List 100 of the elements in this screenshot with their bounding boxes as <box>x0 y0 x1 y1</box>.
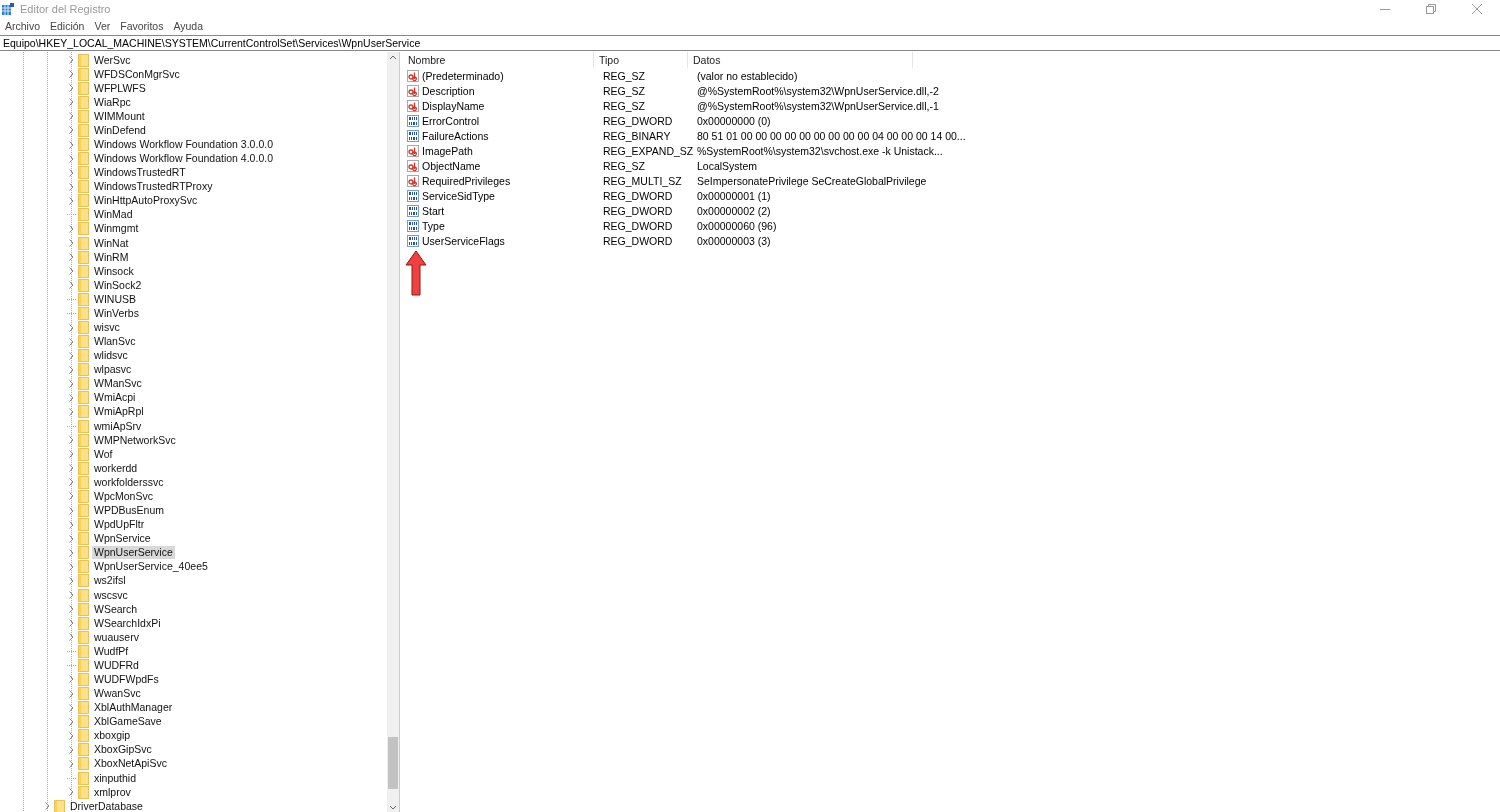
value-name[interactable]: (Predeterminado) <box>422 69 504 82</box>
tree-item[interactable]: WiaRpc <box>92 95 133 109</box>
folder-icon <box>78 489 89 503</box>
tree-item[interactable]: Winmgmt <box>92 222 141 236</box>
tree-item[interactable]: xboxgip <box>92 729 133 743</box>
tree-item[interactable]: WPDBusEnum <box>92 504 167 518</box>
tree-item[interactable]: Windows Workflow Foundation 4.0.0.0 <box>92 152 275 166</box>
tree-item[interactable]: XboxNetApiSvc <box>92 757 169 771</box>
tree-item[interactable]: WINUSB <box>92 292 138 306</box>
value-name[interactable]: Start <box>422 204 445 217</box>
menu-item[interactable]: Ver <box>89 20 116 32</box>
tree-item[interactable]: WmiAcpi <box>92 391 138 405</box>
table-cell-text: REG_SZ <box>602 99 646 112</box>
table-cell-text: 80 51 01 00 00 00 00 00 00 00 00 00 04 00 00 00 14 00... <box>696 129 966 142</box>
table-cell-text: REG_BINARY <box>602 129 672 142</box>
tree-item[interactable]: WSearchIdxPi <box>92 616 163 630</box>
menu-item[interactable]: Ayuda <box>168 20 208 32</box>
folder-icon <box>78 138 89 151</box>
tree-item[interactable]: WinHttpAutoProxySvc <box>92 194 200 208</box>
tree-item[interactable]: wisvc <box>92 321 122 334</box>
value-name[interactable]: RequiredPrivileges <box>422 174 511 187</box>
column-header[interactable]: Datos <box>688 52 913 68</box>
menu-item[interactable]: Archivo <box>0 20 45 32</box>
tree-item[interactable]: WindowsTrustedRT <box>92 166 188 180</box>
menu-item[interactable]: Edición <box>45 20 90 32</box>
folder-icon <box>78 306 89 320</box>
tree-item[interactable]: ws2ifsl <box>92 574 128 588</box>
tree-item[interactable]: WinVerbs <box>92 306 141 320</box>
tree-item[interactable]: WUDFRd <box>92 658 141 672</box>
tree-item[interactable]: wscsvc <box>92 588 130 602</box>
column-header[interactable]: Tipo <box>594 52 688 68</box>
value-name[interactable]: Type <box>422 219 445 232</box>
folder-icon <box>78 208 89 222</box>
folder-icon <box>78 687 89 701</box>
tree-item[interactable]: wlidsvc <box>92 349 130 363</box>
tree-item[interactable]: WinDefend <box>92 123 148 137</box>
folder-icon <box>78 152 89 166</box>
tree-item[interactable]: workerdd <box>92 461 140 475</box>
table-cell-text: 0x00000000 (0) <box>696 114 772 127</box>
tree-item[interactable]: wuauserv <box>92 630 141 644</box>
tree-item[interactable]: WUDFWpdFs <box>92 672 161 686</box>
folder-icon <box>78 109 89 123</box>
tree-item[interactable]: DriverDatabase <box>68 799 145 812</box>
tree-item[interactable]: WwanSvc <box>92 687 143 701</box>
folder-icon <box>78 335 89 349</box>
folder-icon <box>78 616 89 630</box>
tree-item[interactable]: WudfPf <box>92 644 131 658</box>
tree-item[interactable]: WIMMount <box>92 109 147 123</box>
tree-item[interactable]: WpcMonSvc <box>92 489 155 503</box>
tree-item[interactable]: WFPLWFS <box>92 81 148 95</box>
tree-item[interactable]: Wof <box>92 447 115 461</box>
value-name[interactable]: ObjectName <box>422 159 481 172</box>
tree-item[interactable]: XboxGipSvc <box>92 743 154 757</box>
tree-item[interactable]: xmlprov <box>92 785 133 799</box>
tree-item[interactable]: WpdUpFltr <box>92 518 147 532</box>
folder-icon <box>78 461 89 475</box>
tree-item[interactable]: xinputhid <box>92 771 139 785</box>
tree-item[interactable]: WMPNetworkSvc <box>92 433 178 447</box>
tree-item[interactable]: WmiApRpl <box>92 405 146 419</box>
window-title: Editor del Registro <box>20 3 112 15</box>
value-name[interactable]: ErrorControl <box>422 114 480 127</box>
table-cell-text: REG_DWORD <box>602 114 674 127</box>
tree-item[interactable]: Winsock <box>92 264 136 278</box>
tree-item[interactable]: WpnUserService <box>92 546 175 560</box>
table-cell-text: %SystemRoot%\system32\svchost.exe -k Unistack... <box>696 144 943 157</box>
tree-item[interactable]: XblGameSave <box>92 715 164 729</box>
tree-item[interactable]: WinMad <box>92 208 135 222</box>
value-name[interactable]: ImagePath <box>422 144 473 157</box>
tree-item[interactable]: WerSvc <box>92 53 133 67</box>
table-cell-text: @%SystemRoot%\system32\WpnUserService.dll,-2 <box>696 84 939 97</box>
folder-icon <box>78 81 89 95</box>
column-header[interactable]: Nombre <box>403 52 594 68</box>
tree-item[interactable]: wlpasvc <box>92 363 134 377</box>
folder-icon <box>78 180 89 194</box>
tree-item[interactable]: WpnUserService_40ee5 <box>92 560 210 574</box>
tree-item[interactable]: wmiApSrv <box>92 419 144 433</box>
tree-item[interactable]: WindowsTrustedRTProxy <box>92 180 215 194</box>
table-cell-text: REG_DWORD <box>602 204 674 217</box>
menu-item[interactable]: Favoritos <box>115 20 169 32</box>
value-name[interactable]: FailureActions <box>422 129 489 142</box>
tree-item[interactable]: XblAuthManager <box>92 701 175 715</box>
value-name[interactable]: UserServiceFlags <box>422 234 505 247</box>
value-name[interactable]: ServiceSidType <box>422 189 495 202</box>
tree-item[interactable]: Windows Workflow Foundation 3.0.0.0 <box>92 138 275 151</box>
tree-item[interactable]: WManSvc <box>92 377 144 391</box>
tree-item[interactable]: workfolderssvc <box>92 475 166 489</box>
tree-item[interactable]: WinRM <box>92 250 131 264</box>
string-value-icon <box>407 84 419 97</box>
tree-item[interactable]: WSearch <box>92 602 140 616</box>
value-name[interactable]: DisplayName <box>422 99 485 112</box>
scrollbar-thumb[interactable] <box>388 737 398 789</box>
tree-item[interactable]: WinSock2 <box>92 278 144 292</box>
folder-icon <box>78 194 89 208</box>
tree-item[interactable]: WpnService <box>92 532 153 546</box>
tree-item[interactable]: WlanSvc <box>92 335 138 349</box>
value-name[interactable]: Description <box>422 84 475 97</box>
tree-item[interactable]: WFDSConMgrSvc <box>92 67 182 81</box>
tree-item[interactable]: WinNat <box>92 236 131 250</box>
scrollbar[interactable] <box>387 52 399 812</box>
folder-icon <box>78 166 89 180</box>
